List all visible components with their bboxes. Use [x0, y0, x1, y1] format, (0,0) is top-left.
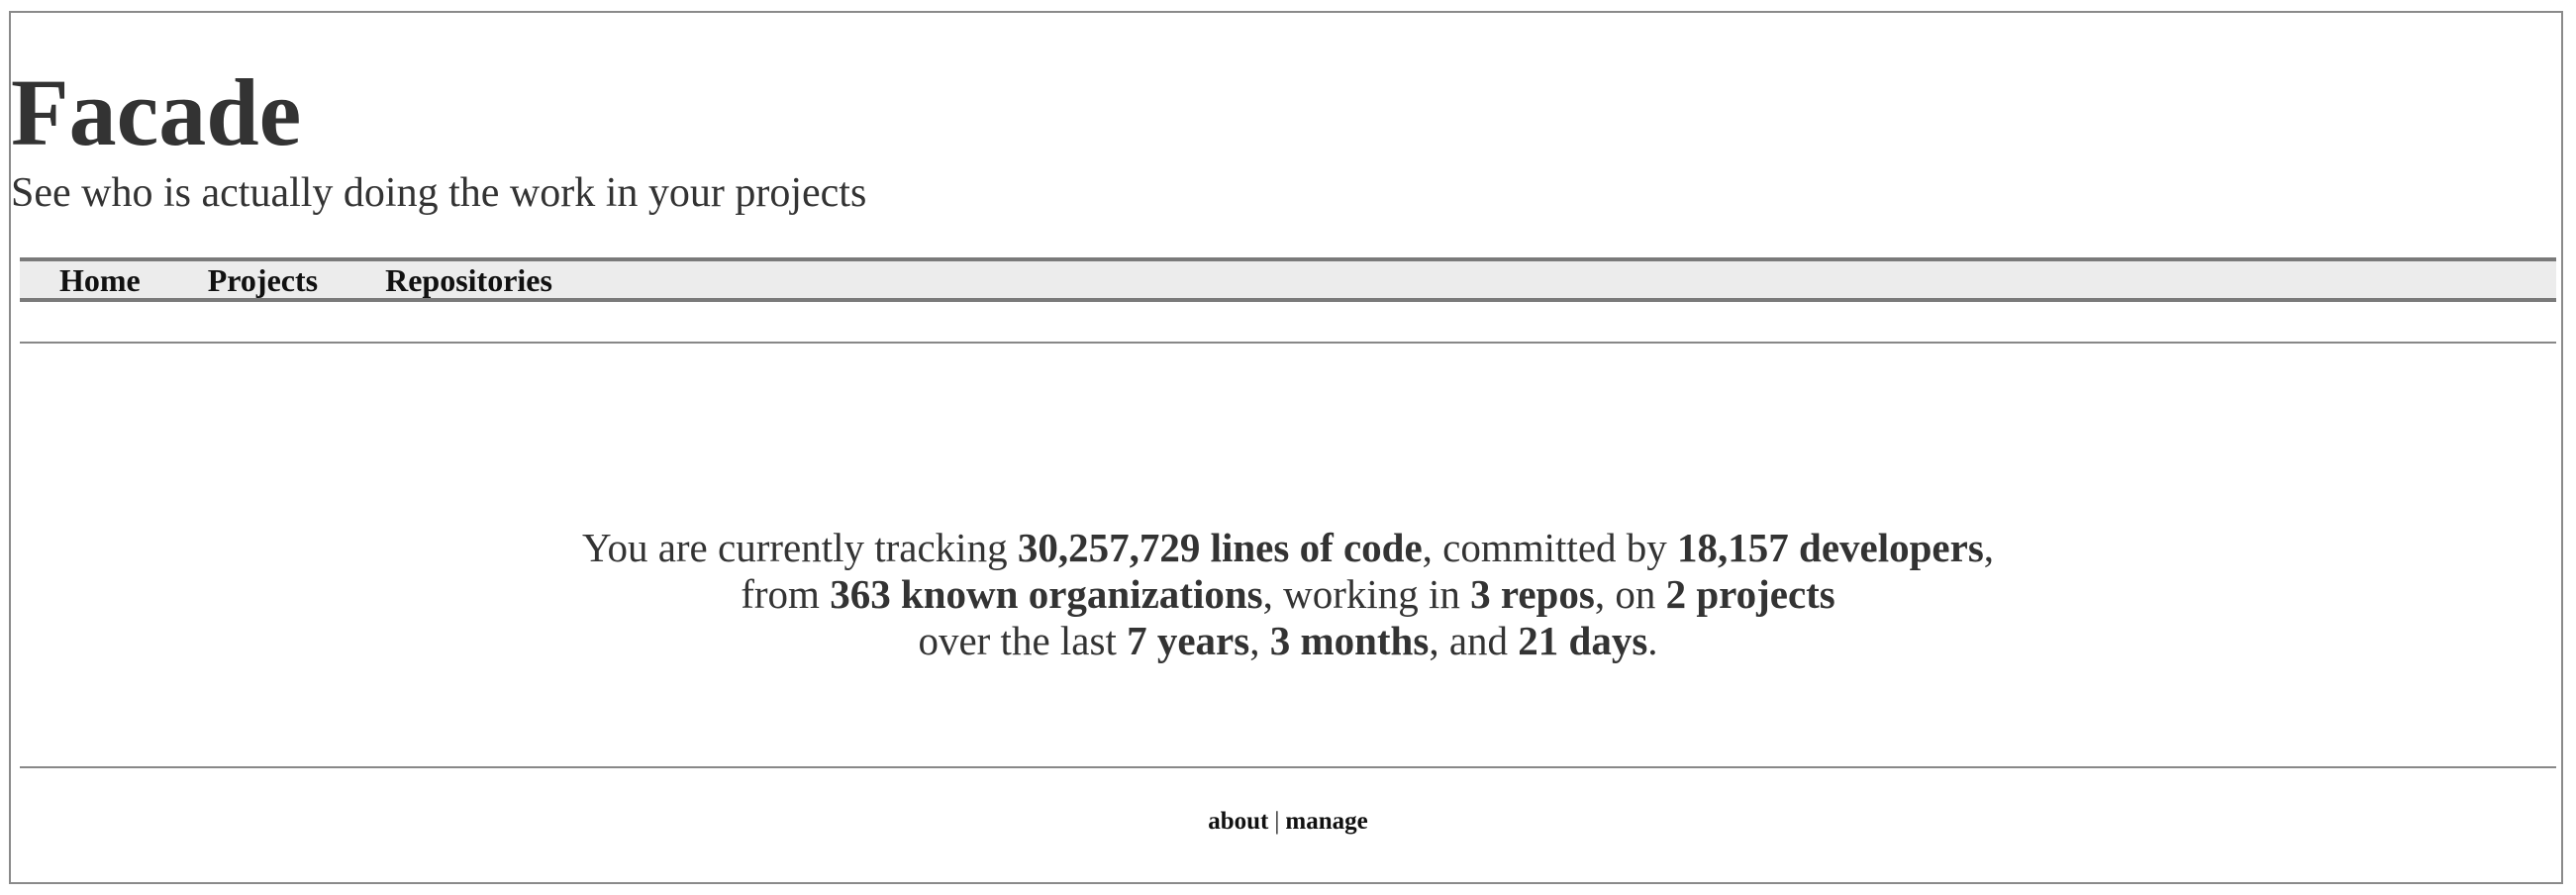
site-title: Facade [11, 59, 302, 165]
main-nav: Home Projects Repositories [20, 257, 2556, 302]
summary-text: You are currently tracking [581, 525, 1018, 570]
projects-stat: 2 projects [1665, 571, 1835, 617]
organizations-stat: 363 known organizations [830, 571, 1263, 617]
summary-text: . [1647, 618, 1658, 663]
summary-text: , [1249, 618, 1270, 663]
days-stat: 21 days [1518, 618, 1648, 663]
summary-line-3: over the last 7 years, 3 months, and 21 … [20, 618, 2556, 664]
tracking-summary: You are currently tracking 30,257,729 li… [20, 525, 2556, 664]
summary-text: , on [1594, 571, 1666, 617]
site-header: Facade See who is actually doing the wor… [11, 59, 867, 216]
summary-text: , and [1429, 618, 1519, 663]
summary-text: from [741, 571, 831, 617]
lines-of-code-stat: 30,257,729 lines of code [1017, 525, 1423, 570]
site-tagline: See who is actually doing the work in yo… [11, 170, 867, 216]
summary-line-1: You are currently tracking 30,257,729 li… [20, 525, 2556, 571]
content-divider-bottom [20, 766, 2556, 768]
months-stat: 3 months [1269, 618, 1430, 663]
content-divider-top [20, 342, 2556, 344]
nav-item-repositories[interactable]: Repositories [385, 264, 552, 296]
footer: about | manage [20, 808, 2556, 836]
summary-text: , [1983, 525, 1995, 570]
manage-link[interactable]: manage [1285, 808, 1367, 835]
repos-stat: 3 repos [1470, 571, 1595, 617]
summary-text: , working in [1262, 571, 1471, 617]
years-stat: 7 years [1127, 618, 1250, 663]
summary-text: over the last [918, 618, 1128, 663]
developers-stat: 18,157 developers [1677, 525, 1984, 570]
about-link[interactable]: about [1208, 808, 1268, 835]
nav-item-projects[interactable]: Projects [208, 264, 318, 296]
summary-text: , committed by [1422, 525, 1678, 570]
summary-line-2: from 363 known organizations, working in… [20, 571, 2556, 618]
nav-item-home[interactable]: Home [59, 264, 141, 296]
footer-separator: | [1274, 808, 1280, 835]
